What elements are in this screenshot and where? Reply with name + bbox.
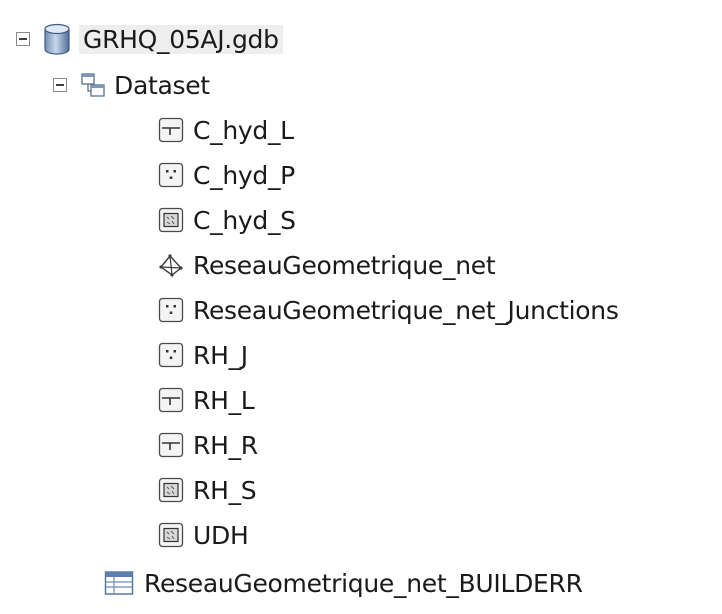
feature-class-label: RH_J bbox=[193, 340, 248, 370]
feature-class-label: RH_L bbox=[193, 385, 255, 415]
line-feature-class-icon bbox=[158, 432, 184, 458]
feature-class-node[interactable]: RH_R bbox=[158, 423, 258, 467]
feature-class-node[interactable]: UDH bbox=[158, 513, 249, 557]
feature-class-label: C_hyd_L bbox=[193, 115, 294, 145]
database-icon bbox=[43, 23, 71, 55]
feature-class-node[interactable]: RH_J bbox=[158, 333, 248, 377]
polygon-feature-class-icon bbox=[158, 207, 184, 233]
feature-class-label: RH_R bbox=[193, 430, 258, 460]
table-icon bbox=[104, 570, 134, 596]
feature-class-label: RH_S bbox=[193, 475, 257, 505]
point-feature-class-icon bbox=[158, 342, 184, 368]
tree-node-geodatabase[interactable]: GRHQ_05AJ.gdb bbox=[16, 17, 283, 61]
dataset-label: Dataset bbox=[114, 70, 210, 100]
point-feature-class-icon bbox=[158, 162, 184, 188]
polygon-feature-class-icon bbox=[158, 522, 184, 548]
feature-class-label: ReseauGeometrique_net_Junctions bbox=[193, 295, 619, 325]
polygon-feature-class-icon bbox=[158, 477, 184, 503]
feature-class-node[interactable]: RH_S bbox=[158, 468, 257, 512]
feature-class-node[interactable]: C_hyd_P bbox=[158, 153, 295, 197]
table-label: ReseauGeometrique_net_BUILDERR bbox=[144, 568, 583, 598]
table-node[interactable]: ReseauGeometrique_net_BUILDERR bbox=[104, 561, 583, 605]
collapse-toggle-icon[interactable] bbox=[53, 78, 67, 92]
feature-class-node[interactable]: ReseauGeometrique_net_Junctions bbox=[158, 288, 619, 332]
geometric-network-node[interactable]: ReseauGeometrique_net bbox=[158, 243, 496, 287]
feature-dataset-icon bbox=[80, 72, 106, 98]
collapse-toggle-icon[interactable] bbox=[16, 32, 30, 46]
geometric-network-icon bbox=[158, 252, 184, 278]
tree-node-dataset[interactable]: Dataset bbox=[53, 63, 210, 107]
feature-class-label: C_hyd_S bbox=[193, 205, 296, 235]
line-feature-class-icon bbox=[158, 387, 184, 413]
line-feature-class-icon bbox=[158, 117, 184, 143]
point-feature-class-icon bbox=[158, 297, 184, 323]
geodatabase-label: GRHQ_05AJ.gdb bbox=[79, 24, 283, 54]
feature-class-node[interactable]: C_hyd_S bbox=[158, 198, 296, 242]
feature-class-node[interactable]: C_hyd_L bbox=[158, 108, 294, 152]
feature-class-node[interactable]: RH_L bbox=[158, 378, 255, 422]
feature-class-label: C_hyd_P bbox=[193, 160, 295, 190]
feature-class-label: ReseauGeometrique_net bbox=[193, 250, 496, 280]
feature-class-label: UDH bbox=[193, 520, 249, 550]
